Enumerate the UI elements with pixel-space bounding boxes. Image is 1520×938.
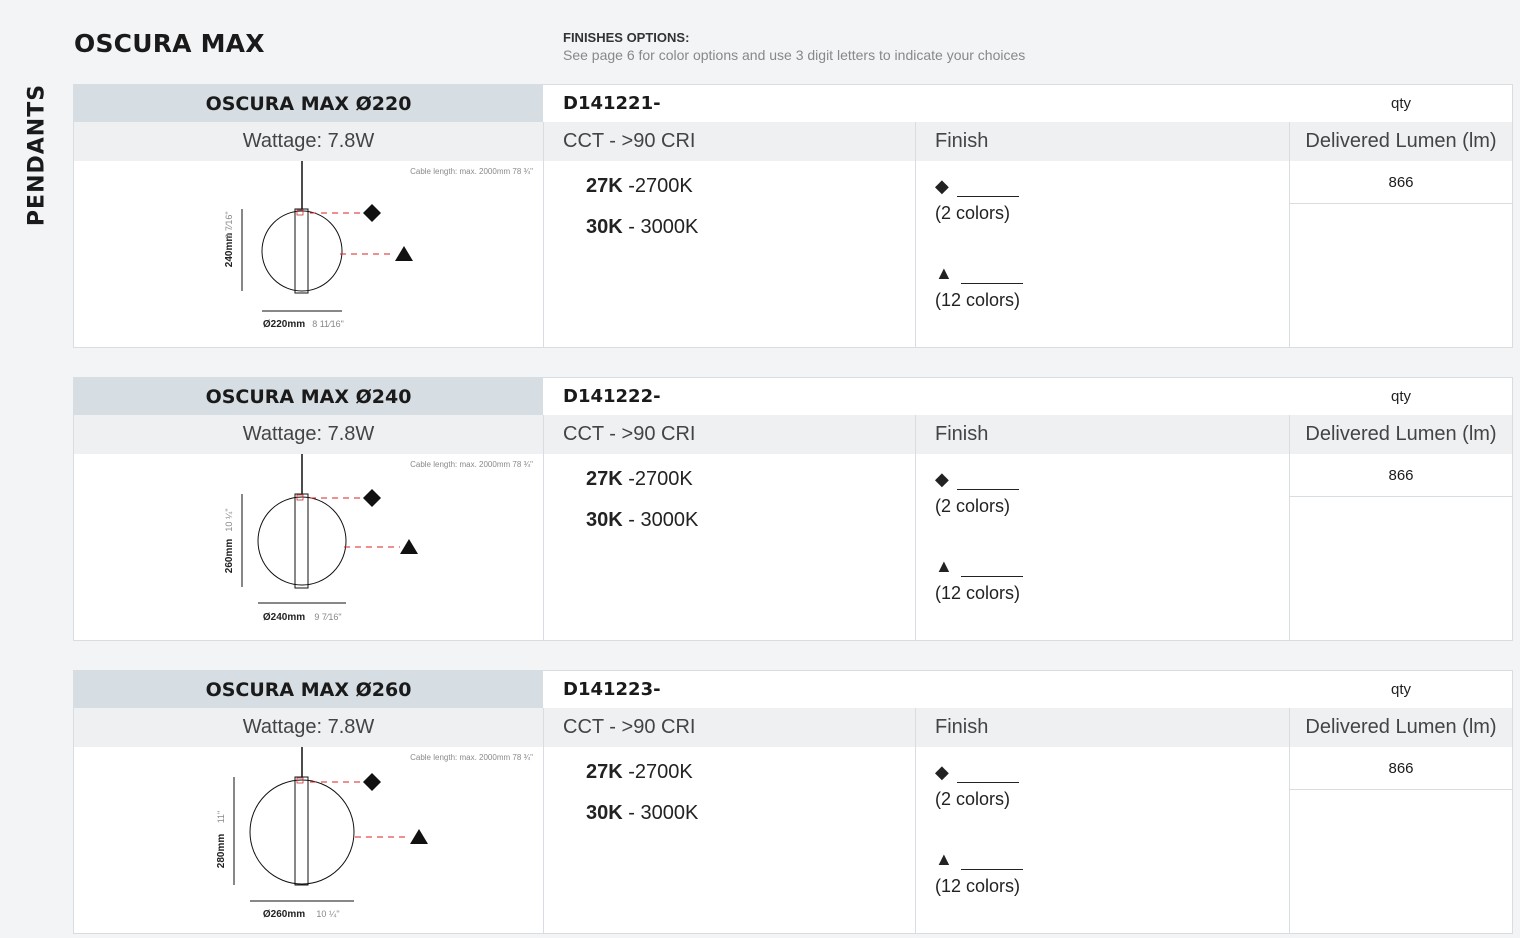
lumen-header: Delivered Lumen (lm) (1305, 130, 1497, 152)
triangle-color-count: (12 colors) (935, 876, 1021, 896)
diameter-inches: 8 11⁄16" (312, 319, 344, 329)
cct-header: CCT - >90 CRI (563, 716, 696, 738)
diameter-dimension: Ø260mm (263, 909, 305, 920)
triangle-icon (410, 829, 428, 844)
cct-header: CCT - >90 CRI (563, 130, 696, 152)
cable-note: Cable length: max. 2000mm 78 ¾" (410, 753, 533, 762)
cct-option: 27K -2700K (586, 175, 693, 197)
cct-header: CCT - >90 CRI (563, 423, 696, 445)
cct-options: 27K -2700K 30K - 3000K (586, 468, 698, 550)
product-name: OSCURA MAX Ø260 (74, 671, 543, 708)
finish-header: Finish (935, 423, 989, 445)
wattage: Wattage: 7.8W (242, 130, 375, 152)
product-card: OSCURA MAX Ø220 D141221- qty Wattage: 7.… (73, 84, 1513, 348)
triangle-icon: ▲ (935, 263, 953, 283)
finish-header: Finish (935, 716, 989, 738)
section-side-label: PENDANTS (22, 80, 52, 230)
finish-header: Finish (935, 130, 989, 152)
cct-option: 30K - 3000K (586, 216, 699, 238)
product-code: D141221- (563, 93, 661, 114)
cct-option: 27K -2700K (586, 468, 693, 490)
triangle-color-count: (12 colors) (935, 290, 1021, 310)
wattage: Wattage: 7.8W (242, 716, 375, 738)
diamond-finish-blank (956, 184, 1019, 197)
qty-label: qty (1390, 388, 1411, 405)
pendant-drawing: 260mm 10 ¼" Ø240mm 9 7⁄16" (224, 454, 418, 623)
triangle-icon (395, 246, 413, 261)
diamond-finish-blank (956, 770, 1019, 783)
height-inches: 9 7⁄16" (224, 211, 234, 238)
lumen-header: Delivered Lumen (lm) (1305, 716, 1497, 738)
product-name: OSCURA MAX Ø220 (74, 85, 543, 122)
triangle-color-count: (12 colors) (935, 583, 1021, 603)
triangle-finish-blank (960, 564, 1023, 577)
product-card: OSCURA MAX Ø260 D141223- qty Wattage: 7.… (73, 670, 1513, 934)
finish-options: ◆ (2 colors) ▲ (12 colors) (935, 175, 1023, 311)
diameter-inches: 10 ¼" (316, 909, 339, 919)
product-diagram: Cable length: max. 2000mm 78 ¾" 240mm 9 … (74, 161, 543, 347)
pendant-drawing: 280mm 11" Ø260mm 10 ¼" (216, 747, 428, 920)
lumen-header: Delivered Lumen (lm) (1305, 423, 1497, 445)
lumen-value: 866 (1290, 747, 1512, 790)
diamond-icon: ◆ (935, 176, 949, 196)
diamond-icon: ◆ (935, 762, 949, 782)
diamond-color-count: (2 colors) (935, 496, 1011, 516)
finishes-subtitle: See page 6 for color options and use 3 d… (563, 47, 1026, 63)
wattage: Wattage: 7.8W (242, 423, 375, 445)
cct-options: 27K -2700K 30K - 3000K (586, 175, 698, 257)
product-name: OSCURA MAX Ø240 (74, 378, 543, 415)
triangle-finish-blank (960, 271, 1023, 284)
cable-note: Cable length: max. 2000mm 78 ¾" (410, 460, 533, 469)
diamond-color-count: (2 colors) (935, 203, 1011, 223)
triangle-icon: ▲ (935, 556, 953, 576)
qty-label: qty (1390, 681, 1411, 698)
cct-option: 30K - 3000K (586, 509, 699, 531)
diameter-dimension: Ø220mm (263, 319, 305, 330)
cct-option: 30K - 3000K (586, 802, 699, 824)
diamond-icon: ◆ (935, 469, 949, 489)
finishes-title: FINISHES OPTIONS: (563, 30, 690, 45)
cable-note: Cable length: max. 2000mm 78 ¾" (410, 167, 533, 176)
diamond-icon (363, 489, 381, 507)
height-dimension: 280mm (216, 834, 227, 869)
finishes-note: FINISHES OPTIONS: See page 6 for color o… (563, 30, 1025, 63)
cct-option: 27K -2700K (586, 761, 693, 783)
product-diagram: Cable length: max. 2000mm 78 ¾" 260mm 10… (74, 454, 543, 640)
page-title: OSCURA MAX (74, 29, 265, 58)
product-code: D141223- (563, 679, 661, 700)
diamond-icon (363, 204, 381, 222)
diameter-dimension: Ø240mm (263, 612, 305, 623)
lumen-value: 866 (1290, 454, 1512, 497)
triangle-finish-blank (960, 857, 1023, 870)
side-label-text: PENDANTS (24, 83, 50, 227)
cct-options: 27K -2700K 30K - 3000K (586, 761, 698, 843)
triangle-icon: ▲ (935, 849, 953, 869)
triangle-icon (400, 539, 418, 554)
product-card: OSCURA MAX Ø240 D141222- qty Wattage: 7.… (73, 377, 1513, 641)
diamond-color-count: (2 colors) (935, 789, 1011, 809)
height-inches: 10 ¼" (224, 508, 234, 531)
lumen-value: 866 (1290, 161, 1512, 204)
qty-label: qty (1390, 95, 1411, 112)
product-diagram: Cable length: max. 2000mm 78 ¾" 280mm 11… (74, 747, 543, 933)
finish-options: ◆ (2 colors) ▲ (12 colors) (935, 468, 1023, 604)
finish-options: ◆ (2 colors) ▲ (12 colors) (935, 761, 1023, 897)
diameter-inches: 9 7⁄16" (314, 612, 341, 622)
pendant-drawing: 240mm 9 7⁄16" Ø220mm 8 11⁄16" (224, 161, 413, 330)
product-code: D141222- (563, 386, 661, 407)
diamond-finish-blank (956, 477, 1019, 490)
height-dimension: 260mm (224, 539, 235, 574)
diamond-icon (363, 773, 381, 791)
height-inches: 11" (216, 811, 226, 824)
